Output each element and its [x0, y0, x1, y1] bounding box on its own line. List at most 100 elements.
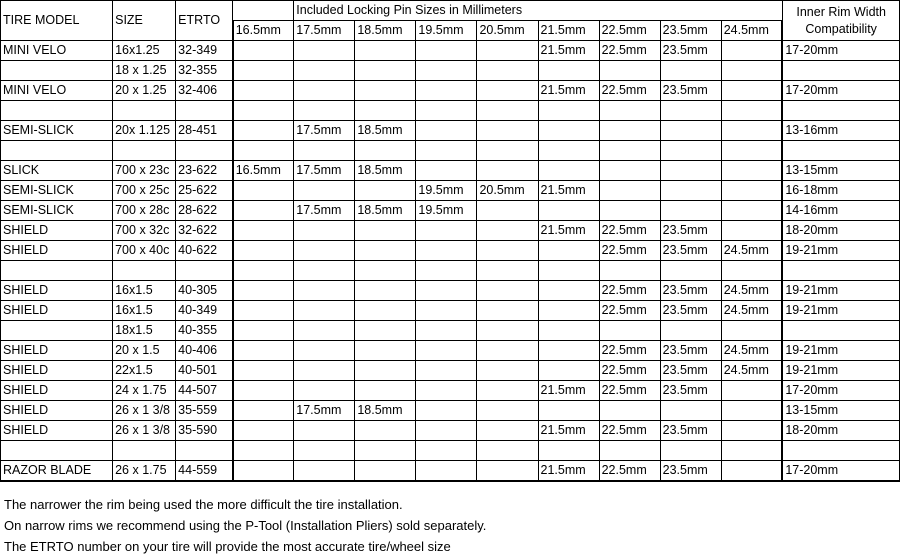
cell-inner-rim-width — [781, 140, 900, 161]
cell-pin-23-5mm: 23.5mm — [659, 220, 722, 241]
cell-pin-22-5mm: 22.5mm — [598, 420, 661, 441]
cell-pin-empty — [659, 320, 722, 341]
cell-size: 700 x 25c — [112, 180, 177, 201]
cell-size: 16x1.25 — [112, 40, 177, 61]
cell-pin-empty — [415, 40, 478, 61]
cell-pin-empty — [415, 220, 478, 241]
cell-pin-empty — [231, 120, 295, 141]
cell-pin-empty — [231, 360, 295, 381]
cell-pin-empty — [415, 440, 478, 461]
footer-notes: The narrower the rim being used the more… — [0, 482, 900, 557]
pin-size-header-22-5mm: 22.5mm — [598, 20, 661, 41]
cell-size: 26 x 1 3/8 — [112, 400, 177, 421]
cell-pin-23-5mm: 23.5mm — [659, 340, 722, 361]
cell-pin-empty — [720, 260, 784, 281]
table-body: TIRE MODEL SIZE ETRTO Included Locking Pin … — [0, 0, 900, 482]
cell-pin-22-5mm: 22.5mm — [598, 380, 661, 401]
cell-pin-empty — [720, 100, 784, 121]
cell-tire-model — [0, 440, 114, 461]
cell-pin-empty — [598, 140, 661, 161]
cell-pin-empty — [293, 220, 356, 241]
cell-pin-empty — [354, 240, 417, 261]
cell-pin-24-5mm: 24.5mm — [720, 280, 784, 301]
cell-pin-23-5mm: 23.5mm — [659, 80, 722, 101]
cell-inner-rim-width — [781, 260, 900, 281]
cell-pin-empty — [415, 320, 478, 341]
cell-size: 20x 1.125 — [112, 120, 177, 141]
table-row: SEMI-SLICK 20x 1.125 28-451 17.5mm 18.5mm 13-… — [0, 120, 900, 141]
cell-pin-22-5mm: 22.5mm — [598, 240, 661, 261]
cell-pin-empty — [476, 40, 539, 61]
spacer-row — [0, 260, 900, 281]
cell-pin-empty — [293, 360, 356, 381]
cell-etrto: 32-406 — [175, 80, 234, 101]
cell-pin-empty — [598, 400, 661, 421]
cell-etrto: 23-622 — [175, 160, 234, 181]
cell-pin-empty — [415, 160, 478, 181]
header-row-labels: TIRE MODEL SIZE ETRTO Included Locking Pin … — [0, 0, 900, 41]
cell-pin-22-5mm: 22.5mm — [598, 220, 661, 241]
cell-pin-empty — [720, 40, 784, 61]
cell-pin-empty — [476, 100, 539, 121]
cell-inner-rim-width: 19-21mm — [781, 240, 900, 261]
cell-pin-empty — [354, 40, 417, 61]
cell-pin-21-5mm: 21.5mm — [537, 420, 600, 441]
cell-etrto: 40-406 — [175, 340, 234, 361]
cell-size: 700 x 23c — [112, 160, 177, 181]
cell-tire-model — [0, 60, 114, 81]
cell-pin-empty — [659, 200, 722, 221]
cell-pin-empty — [354, 180, 417, 201]
column-header-inner-rim-width: Inner Rim Width Compatibility — [781, 0, 900, 41]
cell-pin-empty — [476, 220, 539, 241]
cell-inner-rim-width: 14-16mm — [781, 200, 900, 221]
pin-size-header-17-5mm: 17.5mm — [293, 20, 356, 41]
cell-size: 700 x 40c — [112, 240, 177, 261]
cell-pin-empty — [720, 140, 784, 161]
cell-etrto — [175, 260, 234, 281]
cell-etrto: 44-507 — [175, 380, 234, 401]
cell-pin-empty — [293, 440, 356, 461]
cell-pin-empty — [598, 180, 661, 201]
cell-tire-model: SHIELD — [0, 220, 114, 241]
cell-inner-rim-width — [781, 60, 900, 81]
cell-inner-rim-width: 17-20mm — [781, 40, 900, 61]
cell-pin-16-5mm: 16.5mm — [231, 160, 295, 181]
cell-pin-21-5mm: 21.5mm — [537, 80, 600, 101]
table-row: SHIELD 700 x 32c 32-622 21.5mm 22.5mm 23.5mm 1… — [0, 220, 900, 241]
cell-pin-empty — [720, 400, 784, 421]
cell-pin-empty — [720, 160, 784, 181]
cell-size: 22x1.5 — [112, 360, 177, 381]
cell-pin-empty — [598, 260, 661, 281]
cell-pin-empty — [354, 360, 417, 381]
cell-pin-empty — [415, 100, 478, 121]
cell-pin-empty — [720, 80, 784, 101]
cell-pin-empty — [293, 180, 356, 201]
cell-pin-empty — [415, 420, 478, 441]
cell-pin-empty — [354, 380, 417, 401]
cell-pin-empty — [537, 260, 600, 281]
table-row: SHIELD 24 x 1.75 44-507 21.5mm 22.5mm 23.5mm 1… — [0, 380, 900, 401]
cell-tire-model: SHIELD — [0, 360, 114, 381]
cell-pin-21-5mm: 21.5mm — [537, 180, 600, 201]
cell-pin-empty — [659, 160, 722, 181]
column-header-tire-model: TIRE MODEL — [0, 0, 114, 41]
cell-pin-17-5mm: 17.5mm — [293, 400, 356, 421]
table-row: SHIELD 26 x 1 3/8 35-590 21.5mm 22.5mm 23.5mm… — [0, 420, 900, 441]
cell-inner-rim-width: 13-15mm — [781, 400, 900, 421]
cell-pin-empty — [231, 260, 295, 281]
cell-pin-empty — [476, 440, 539, 461]
cell-tire-model: SEMI-SLICK — [0, 200, 114, 221]
cell-pin-empty — [476, 400, 539, 421]
cell-pin-empty — [354, 60, 417, 81]
cell-pin-empty — [598, 120, 661, 141]
cell-pin-empty — [537, 120, 600, 141]
cell-etrto: 40-622 — [175, 240, 234, 261]
cell-pin-empty — [354, 300, 417, 321]
footer-note-1: The narrower the rim being used the more… — [4, 497, 403, 512]
cell-pin-empty — [720, 320, 784, 341]
table-row: RAZOR BLADE 26 x 1.75 44-559 21.5mm 22.5mm 23… — [0, 460, 900, 482]
cell-pin-empty — [476, 160, 539, 181]
cell-inner-rim-width: 18-20mm — [781, 420, 900, 441]
cell-pin-empty — [537, 140, 600, 161]
cell-pin-22-5mm: 22.5mm — [598, 460, 661, 482]
